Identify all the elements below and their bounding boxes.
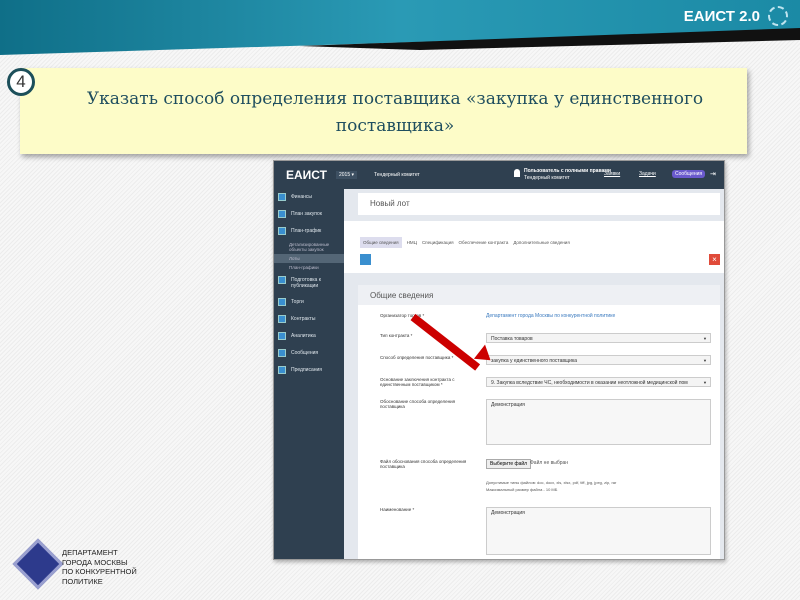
sidebar-label: Аналитика <box>291 333 316 339</box>
logout-icon[interactable]: ⇥ <box>710 170 716 178</box>
file-size: Максимальный размер файла - 10 МБ <box>486 487 558 492</box>
link-messages[interactable]: Сообщения <box>672 170 706 178</box>
file-types: Допустимые типы файлов: doc, docx, xls, … <box>486 480 617 485</box>
user-name[interactable]: Пользователь с полными правами <box>524 168 611 174</box>
sidebar-item-publication[interactable]: Подготовка к публикации <box>274 272 344 294</box>
contract-type-value: Поставка товаров <box>491 336 533 342</box>
sidebar-item-analytics[interactable]: Аналитика <box>274 328 344 345</box>
chevron-down-icon: ▼ <box>703 336 707 341</box>
sidebar-item-trades[interactable]: Торги <box>274 294 344 311</box>
sidebar-item-contracts[interactable]: Контракты <box>274 311 344 328</box>
justification-label: Обоснование способа определения поставщи… <box>380 399 456 409</box>
publication-icon <box>278 276 286 284</box>
sidebar-label: Торги <box>291 299 304 305</box>
sidebar-label: Предписания <box>291 367 323 373</box>
committee-link[interactable]: Тендерный комитет <box>374 172 420 178</box>
basis-select[interactable]: 9. Закупка вследствие ЧС, необходимости … <box>486 377 711 387</box>
step-number: 4 <box>7 68 35 96</box>
plan-icon <box>278 210 286 218</box>
link-requests[interactable]: Заявки <box>604 171 620 177</box>
finance-icon <box>278 193 286 201</box>
app-screenshot: ЕАИСТ 2015 ▾ Тендерный комитет Пользоват… <box>273 160 725 560</box>
method-select[interactable]: закупка у единственного поставщика ▼ <box>486 355 711 365</box>
sidebar-label: План закупок <box>291 211 322 217</box>
section-header: Общие сведения <box>358 285 720 305</box>
file-status: Файл не выбран <box>530 460 569 466</box>
instruction-text: Указать способ определения поставщика «з… <box>86 89 704 136</box>
year-select[interactable]: 2015 ▾ <box>336 171 358 179</box>
department-line: ПОЛИТИКЕ <box>62 576 103 586</box>
sidebar-item-schedule[interactable]: План-график <box>274 223 344 240</box>
sidebar: Финансы План закупок План-график Детализ… <box>274 189 344 559</box>
schedule-icon <box>278 227 286 235</box>
page-header: Новый лот <box>358 193 720 215</box>
method-value: закупка у единственного поставщика <box>491 358 578 364</box>
sidebar-item-plan[interactable]: План закупок <box>274 206 344 223</box>
user-icon <box>514 169 520 177</box>
instruction-callout: Указать способ определения поставщика «з… <box>20 68 747 154</box>
page-title: Новый лот <box>370 199 410 208</box>
messages-icon <box>278 349 286 357</box>
sidebar-sub-schedules[interactable]: План-графики <box>274 263 344 272</box>
chevron-down-icon: ▼ <box>703 358 707 363</box>
contract-type-select[interactable]: Поставка товаров ▼ <box>486 333 711 343</box>
orders-icon <box>278 366 286 374</box>
save-icon[interactable] <box>360 254 371 265</box>
department-name: ДЕПАРТАМЕНТ ГОРОДА МОСКВЫ ПО КОНКУРЕНТНО… <box>62 548 162 586</box>
sidebar-label: Сообщения <box>291 350 319 356</box>
general-section: Общие сведения Организатор торгов * Депа… <box>358 285 720 559</box>
app-logo: ЕАИСТ <box>286 168 327 182</box>
justification-textarea[interactable]: Демонстрация <box>486 399 711 445</box>
user-org: Тендерный комитет <box>524 175 570 181</box>
name-label: Наименование * <box>380 507 415 512</box>
sidebar-item-messages[interactable]: Сообщения <box>274 345 344 362</box>
brand-logo-icon <box>768 6 788 26</box>
header-banner <box>0 0 800 55</box>
sidebar-item-orders[interactable]: Предписания <box>274 362 344 379</box>
sidebar-label: План-график <box>291 228 322 234</box>
sidebar-label: Контракты <box>291 316 316 322</box>
tab-nmc[interactable]: НМЦ <box>407 240 417 245</box>
choose-file-button[interactable]: Выберите файл <box>486 459 532 469</box>
contracts-icon <box>278 315 286 323</box>
tab-general[interactable]: Общие сведения <box>360 237 402 248</box>
file-label: Файл обоснования способа определения пос… <box>380 459 467 469</box>
close-icon[interactable]: × <box>709 254 720 265</box>
analytics-icon <box>278 332 286 340</box>
name-textarea[interactable]: Демонстрация <box>486 507 711 555</box>
department-line: ДЕПАРТАМЕНТ <box>62 548 118 557</box>
toolbar-card: Общие сведения НМЦ Спецификация Обеспечение… <box>344 221 724 273</box>
department-line: ПО КОНКУРЕНТНОЙ <box>62 567 137 576</box>
tab-security[interactable]: Обеспечение контракта <box>459 240 509 245</box>
organizer-value[interactable]: Департамент города Москвы по конкурентно… <box>486 313 615 319</box>
department-line: ГОРОДА МОСКВЫ <box>62 557 128 567</box>
tab-spec[interactable]: Спецификация <box>422 240 454 245</box>
sidebar-label: Подготовка к публикации <box>291 277 321 289</box>
link-tasks[interactable]: Задачи <box>639 171 656 177</box>
brand-title: ЕАИСТ 2.0 <box>683 8 760 25</box>
sidebar-sub-lots[interactable]: Лоты <box>274 254 344 263</box>
tab-additional[interactable]: Дополнительные сведения <box>513 240 569 245</box>
chevron-down-icon: ▼ <box>703 380 707 385</box>
sidebar-sub-objects[interactable]: Детализированные объекты закупок <box>274 240 344 254</box>
tabs: Общие сведения НМЦ Спецификация Обеспечение… <box>360 231 575 249</box>
app-topbar: ЕАИСТ 2015 ▾ Тендерный комитет Пользоват… <box>274 161 724 189</box>
section-title: Общие сведения <box>370 291 434 300</box>
basis-label: Основание заключения контракта с единств… <box>380 377 455 387</box>
sidebar-item-finance[interactable]: Финансы <box>274 189 344 206</box>
organizer-label: Организатор торгов * <box>380 313 425 318</box>
sidebar-label: Финансы <box>291 194 312 200</box>
basis-value: 9. Закупка вследствие ЧС, необходимости … <box>491 380 688 386</box>
department-emblem-icon <box>12 538 64 590</box>
trades-icon <box>278 298 286 306</box>
